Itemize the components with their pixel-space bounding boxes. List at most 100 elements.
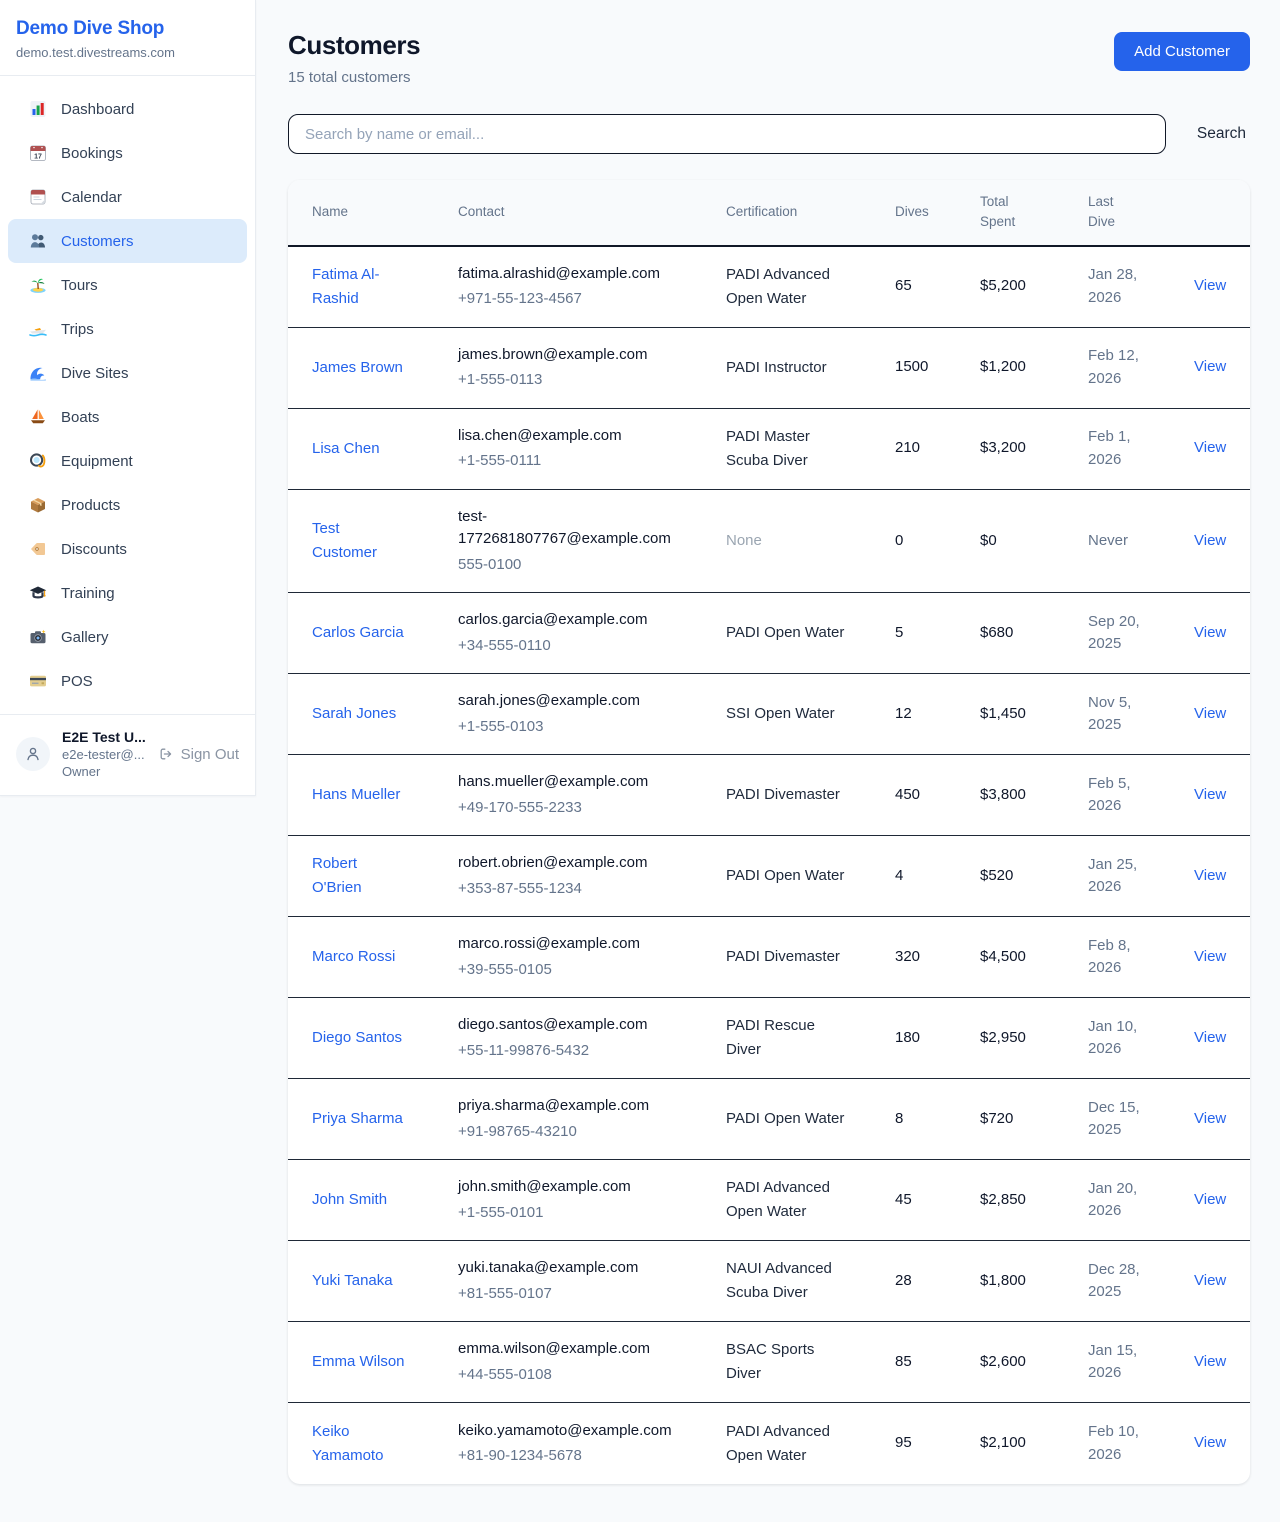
customer-certification: PADI Open Water bbox=[726, 1107, 844, 1131]
customer-phone: +39-555-0105 bbox=[458, 959, 686, 982]
customer-name-link[interactable]: Diego Santos bbox=[312, 1026, 402, 1050]
customer-name-link[interactable]: Robert O'Brien bbox=[312, 852, 406, 900]
customer-dives: 4 bbox=[895, 865, 980, 888]
customer-total-spent: $2,950 bbox=[980, 1027, 1088, 1050]
sidebar-item-dive-sites[interactable]: Dive Sites bbox=[8, 351, 247, 395]
customer-name-link[interactable]: John Smith bbox=[312, 1188, 387, 1212]
view-link[interactable]: View bbox=[1194, 1353, 1226, 1370]
view-link[interactable]: View bbox=[1194, 1191, 1226, 1208]
customer-phone: +1-555-0113 bbox=[458, 369, 686, 392]
customer-last-dive: Jan 28, 2026 bbox=[1088, 264, 1162, 309]
customer-email: lisa.chen@example.com bbox=[458, 425, 686, 448]
table-row: Test Customer test-1772681807767@example… bbox=[288, 490, 1250, 594]
training-icon bbox=[28, 583, 48, 603]
view-link[interactable]: View bbox=[1194, 867, 1226, 884]
customer-name-link[interactable]: Carlos Garcia bbox=[312, 621, 404, 645]
sidebar-item-customers[interactable]: Customers bbox=[8, 219, 247, 263]
table-row: Yuki Tanaka yuki.tanaka@example.com +81-… bbox=[288, 1241, 1250, 1322]
sidebar-item-trips[interactable]: Trips bbox=[8, 307, 247, 351]
customer-last-dive: Jan 10, 2026 bbox=[1088, 1016, 1162, 1061]
view-link[interactable]: View bbox=[1194, 532, 1226, 549]
sidebar-item-label: Tours bbox=[61, 277, 98, 294]
customer-name-link[interactable]: James Brown bbox=[312, 356, 403, 380]
customer-name-link[interactable]: Keiko Yamamoto bbox=[312, 1420, 406, 1468]
search-button[interactable]: Search bbox=[1193, 125, 1250, 143]
customer-name-link[interactable]: Yuki Tanaka bbox=[312, 1269, 393, 1293]
view-link[interactable]: View bbox=[1194, 948, 1226, 965]
customer-certification: PADI Master Scuba Diver bbox=[726, 425, 850, 473]
customer-dives: 180 bbox=[895, 1027, 980, 1050]
customer-name-link[interactable]: Priya Sharma bbox=[312, 1107, 403, 1131]
customer-dives: 8 bbox=[895, 1108, 980, 1131]
sidebar-item-dashboard[interactable]: Dashboard bbox=[8, 87, 247, 131]
page-header: Customers 15 total customers Add Custome… bbox=[288, 30, 1250, 86]
sidebar-item-label: Calendar bbox=[61, 189, 122, 206]
view-link[interactable]: View bbox=[1194, 358, 1226, 375]
customer-total-spent: $1,800 bbox=[980, 1270, 1088, 1293]
column-header-contact: Contact bbox=[458, 202, 726, 222]
customer-email: fatima.alrashid@example.com bbox=[458, 263, 686, 286]
shop-name: Demo Dive Shop bbox=[16, 18, 239, 40]
page-title: Customers bbox=[288, 30, 420, 61]
sidebar-item-label: Equipment bbox=[61, 453, 133, 470]
sidebar-item-label: Products bbox=[61, 497, 120, 514]
view-link[interactable]: View bbox=[1194, 705, 1226, 722]
sidebar-item-gallery[interactable]: Gallery bbox=[8, 615, 247, 659]
view-link[interactable]: View bbox=[1194, 439, 1226, 456]
sidebar-item-equipment[interactable]: Equipment bbox=[8, 439, 247, 483]
sidebar-item-label: Bookings bbox=[61, 145, 123, 162]
sidebar-header: Demo Dive Shop demo.test.divestreams.com bbox=[0, 0, 255, 76]
customer-name-link[interactable]: Marco Rossi bbox=[312, 945, 395, 969]
customer-name-link[interactable]: Sarah Jones bbox=[312, 702, 396, 726]
customer-phone: 555-0100 bbox=[458, 554, 686, 577]
sidebar-item-label: POS bbox=[61, 673, 93, 690]
customer-total-spent: $2,850 bbox=[980, 1189, 1088, 1212]
sidebar-item-calendar[interactable]: Calendar bbox=[8, 175, 247, 219]
sidebar-item-bookings[interactable]: 17 Bookings bbox=[8, 131, 247, 175]
sidebar-item-label: Customers bbox=[61, 233, 134, 250]
sidebar-item-pos[interactable]: POS bbox=[8, 659, 247, 703]
sign-out-button[interactable]: Sign Out bbox=[158, 746, 239, 763]
view-link[interactable]: View bbox=[1194, 1029, 1226, 1046]
trips-icon bbox=[28, 319, 48, 339]
customer-name-link[interactable]: Lisa Chen bbox=[312, 437, 380, 461]
customer-email: keiko.yamamoto@example.com bbox=[458, 1420, 686, 1443]
customer-phone: +1-555-0103 bbox=[458, 716, 686, 739]
customer-phone: +55-11-99876-5432 bbox=[458, 1040, 686, 1063]
customer-certification: NAUI Advanced Scuba Diver bbox=[726, 1257, 850, 1305]
search-row: Search bbox=[288, 114, 1250, 154]
discounts-icon bbox=[28, 539, 48, 559]
customer-total-spent: $1,450 bbox=[980, 703, 1088, 726]
view-link[interactable]: View bbox=[1194, 277, 1226, 294]
customer-certification: PADI Divemaster bbox=[726, 783, 840, 807]
view-link[interactable]: View bbox=[1194, 1434, 1226, 1451]
customer-name-link[interactable]: Emma Wilson bbox=[312, 1350, 405, 1374]
customer-last-dive: Feb 5, 2026 bbox=[1088, 773, 1162, 818]
sidebar-item-tours[interactable]: Tours bbox=[8, 263, 247, 307]
table-header-row: NameContactCertificationDivesTotal Spent… bbox=[288, 180, 1250, 247]
sidebar-item-discounts[interactable]: Discounts bbox=[8, 527, 247, 571]
customer-name-link[interactable]: Hans Mueller bbox=[312, 783, 400, 807]
customer-total-spent: $3,800 bbox=[980, 784, 1088, 807]
search-input[interactable] bbox=[288, 114, 1166, 154]
table-row: Robert O'Brien robert.obrien@example.com… bbox=[288, 836, 1250, 917]
customer-last-dive: Nov 5, 2025 bbox=[1088, 692, 1162, 737]
table-row: James Brown james.brown@example.com +1-5… bbox=[288, 328, 1250, 409]
sidebar-item-boats[interactable]: Boats bbox=[8, 395, 247, 439]
customer-email: marco.rossi@example.com bbox=[458, 933, 686, 956]
customer-dives: 85 bbox=[895, 1351, 980, 1374]
customer-certification: PADI Open Water bbox=[726, 864, 844, 888]
add-customer-button[interactable]: Add Customer bbox=[1114, 32, 1250, 71]
view-link[interactable]: View bbox=[1194, 1272, 1226, 1289]
customer-dives: 95 bbox=[895, 1432, 980, 1455]
user-role: Owner bbox=[62, 764, 158, 779]
sidebar-item-products[interactable]: Products bbox=[8, 483, 247, 527]
view-link[interactable]: View bbox=[1194, 786, 1226, 803]
customer-name-link[interactable]: Test Customer bbox=[312, 517, 406, 565]
customer-name-link[interactable]: Fatima Al-Rashid bbox=[312, 263, 406, 311]
view-link[interactable]: View bbox=[1194, 624, 1226, 641]
view-link[interactable]: View bbox=[1194, 1110, 1226, 1127]
customer-total-spent: $680 bbox=[980, 622, 1088, 645]
sidebar-item-training[interactable]: Training bbox=[8, 571, 247, 615]
person-icon bbox=[23, 744, 43, 764]
